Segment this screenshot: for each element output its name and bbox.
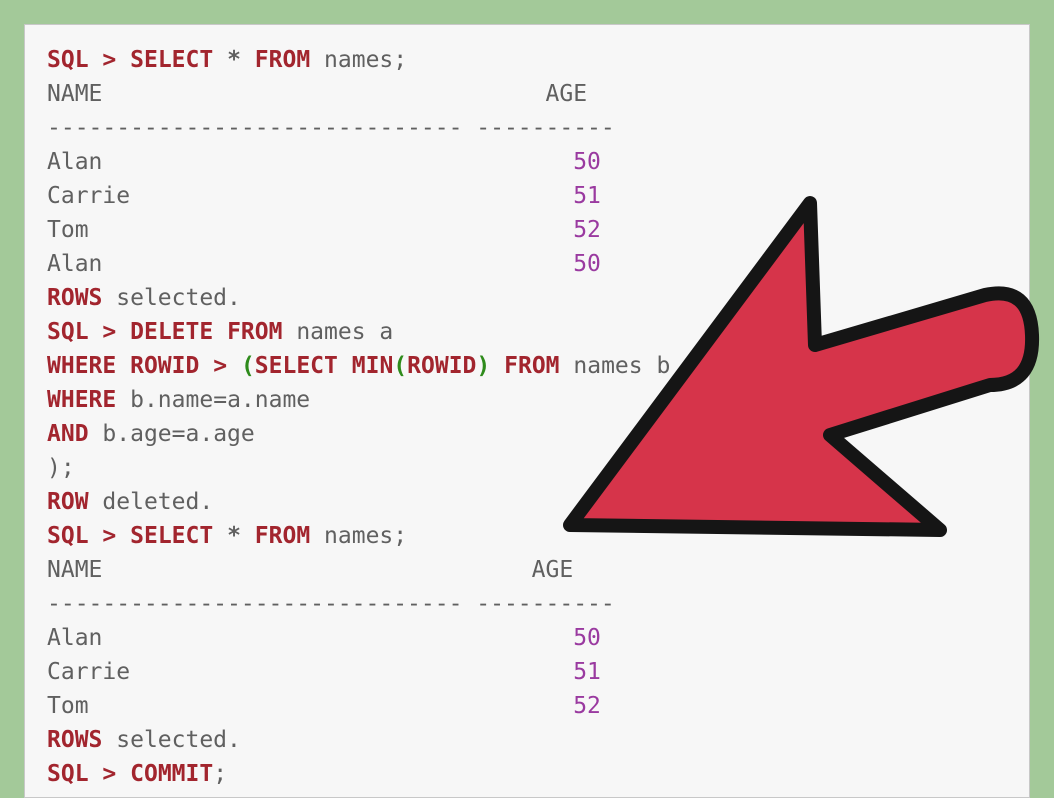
from-keyword: FROM xyxy=(255,47,310,73)
row-keyword: ROW xyxy=(47,489,89,515)
cell-age: 50 xyxy=(573,149,601,175)
eq-op: = xyxy=(172,421,186,447)
prompt-gt: > xyxy=(102,47,116,73)
deleted-text: deleted. xyxy=(102,489,213,515)
sql-keyword: SQL xyxy=(47,47,89,73)
cell-age: 50 xyxy=(573,625,601,651)
cell-name: Alan xyxy=(47,149,102,175)
col-ref: a.name xyxy=(227,387,310,413)
paren-close: ) xyxy=(476,353,490,379)
paren-open: ( xyxy=(241,353,255,379)
select-keyword: SELECT xyxy=(130,523,213,549)
table-name: names xyxy=(324,47,393,73)
col-age-header: AGE xyxy=(532,557,574,583)
cell-age: 50 xyxy=(573,251,601,277)
semicolon: ; xyxy=(393,47,407,73)
cell-age: 51 xyxy=(573,183,601,209)
delete-keyword: DELETE xyxy=(130,319,213,345)
from-keyword: FROM xyxy=(227,319,282,345)
from-keyword: FROM xyxy=(255,523,310,549)
and-keyword: AND xyxy=(47,421,89,447)
col-name-header: NAME xyxy=(47,557,102,583)
cell-age: 52 xyxy=(573,693,601,719)
close-stmt: ); xyxy=(47,455,75,481)
cell-name: Carrie xyxy=(47,659,130,685)
sql-keyword: SQL xyxy=(47,523,89,549)
select-keyword: SELECT xyxy=(130,47,213,73)
header-rule: ------------------------------ ---------… xyxy=(47,115,615,141)
rowid-keyword: ROWID xyxy=(130,353,199,379)
cell-name: Carrie xyxy=(47,183,130,209)
cell-name: Alan xyxy=(47,625,102,651)
paren-open: ( xyxy=(393,353,407,379)
selected-text: selected. xyxy=(116,727,241,753)
star: * xyxy=(227,523,241,549)
star: * xyxy=(227,47,241,73)
col-ref: b.age xyxy=(102,421,171,447)
commit-keyword: COMMIT xyxy=(130,761,213,787)
prompt-gt: > xyxy=(102,319,116,345)
sql-keyword: SQL xyxy=(47,761,89,787)
cell-name: Tom xyxy=(47,693,89,719)
semicolon: ; xyxy=(213,761,227,787)
sql-keyword: SQL xyxy=(47,319,89,345)
header-rule: ------------------------------ ---------… xyxy=(47,591,615,617)
sql-terminal: SQL > SELECT * FROM names; NAME AGE ----… xyxy=(24,24,1030,798)
cell-name: Alan xyxy=(47,251,102,277)
col-age-header: AGE xyxy=(546,81,588,107)
selected-text: selected. xyxy=(116,285,241,311)
col-ref: a.age xyxy=(186,421,255,447)
rowid-keyword: ROWID xyxy=(407,353,476,379)
col-name-header: NAME xyxy=(47,81,102,107)
table-alias: names a xyxy=(296,319,393,345)
gt-op: > xyxy=(213,353,227,379)
cell-name: Tom xyxy=(47,217,89,243)
from-keyword: FROM xyxy=(504,353,559,379)
col-ref: b.name xyxy=(130,387,213,413)
rows-keyword: ROWS xyxy=(47,727,102,753)
where-keyword: WHERE xyxy=(47,387,116,413)
min-keyword: MIN xyxy=(352,353,394,379)
table-alias: names b xyxy=(573,353,670,379)
rows-keyword: ROWS xyxy=(47,285,102,311)
eq-op: = xyxy=(213,387,227,413)
table-name: names xyxy=(324,523,393,549)
cell-age: 52 xyxy=(573,217,601,243)
prompt-gt: > xyxy=(102,523,116,549)
select-keyword: SELECT xyxy=(255,353,338,379)
cell-age: 51 xyxy=(573,659,601,685)
prompt-gt: > xyxy=(102,761,116,787)
semicolon: ; xyxy=(393,523,407,549)
where-keyword: WHERE xyxy=(47,353,116,379)
